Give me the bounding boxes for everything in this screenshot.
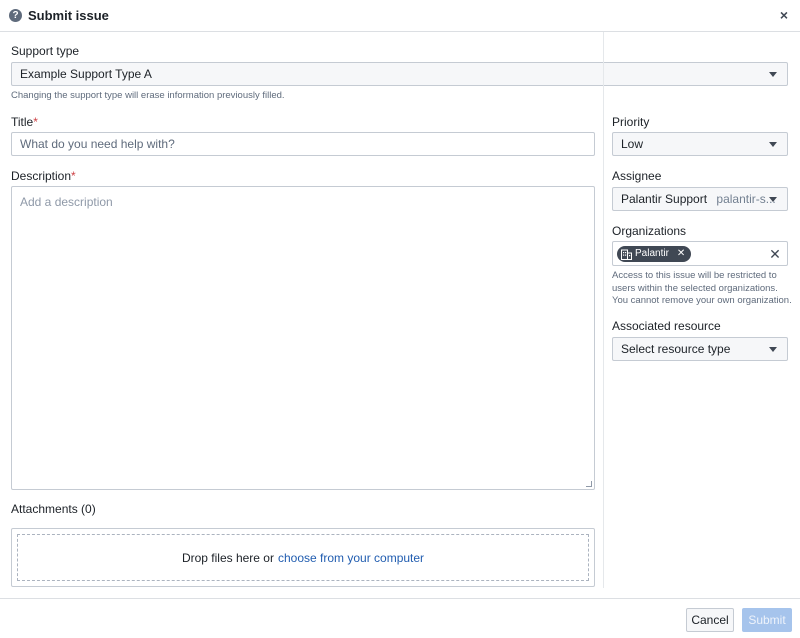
support-type-helper: Changing the support type will erase inf… xyxy=(11,90,285,101)
required-asterisk: * xyxy=(33,115,38,129)
title-label: Title* xyxy=(11,115,38,129)
assignee-name: Palantir Support xyxy=(621,192,708,206)
title-input[interactable]: What do you need help with? xyxy=(11,132,595,156)
cancel-button[interactable]: Cancel xyxy=(686,608,734,632)
priority-label: Priority xyxy=(612,115,650,129)
description-placeholder: Add a description xyxy=(20,195,113,209)
attachments-label: Attachments (0) xyxy=(11,502,96,516)
priority-select[interactable]: Low xyxy=(612,132,788,156)
title-label-text: Title xyxy=(11,115,34,129)
dialog-title: Submit issue xyxy=(28,8,109,23)
submit-issue-dialog: ? Submit issue × Support type Example Su… xyxy=(0,0,800,638)
help-circle-icon[interactable]: ? xyxy=(9,9,22,22)
support-type-select[interactable]: Example Support Type A xyxy=(11,62,788,86)
chevron-down-icon xyxy=(769,72,777,77)
dropzone-inner: Drop files here or choose from your comp… xyxy=(17,534,589,581)
title-placeholder: What do you need help with? xyxy=(20,137,175,151)
chevron-down-icon xyxy=(769,347,777,352)
chevron-down-icon xyxy=(769,142,777,147)
assignee-label: Assignee xyxy=(612,169,662,183)
priority-value: Low xyxy=(621,137,644,151)
organization-icon xyxy=(621,249,632,260)
submit-button[interactable]: Submit xyxy=(742,608,792,632)
resize-handle-icon[interactable] xyxy=(586,481,592,487)
support-type-label: Support type xyxy=(11,44,80,58)
choose-from-computer-link[interactable]: choose from your computer xyxy=(278,551,424,565)
required-asterisk: * xyxy=(71,169,76,183)
resource-type-value: Select resource type xyxy=(621,342,731,356)
organization-tag-label: Palantir xyxy=(635,248,669,259)
chevron-down-icon xyxy=(769,197,777,202)
description-label: Description* xyxy=(11,169,76,183)
close-icon[interactable]: × xyxy=(777,7,791,23)
organizations-label: Organizations xyxy=(612,224,687,238)
clear-icon[interactable]: ✕ xyxy=(768,246,782,262)
drop-files-text: Drop files here or xyxy=(181,550,274,565)
associated-resource-label: Associated resource xyxy=(612,319,721,333)
organizations-helper: Access to this issue will be restricted … xyxy=(612,270,792,306)
dialog-footer xyxy=(0,598,800,638)
tag-remove-icon[interactable]: ✕ xyxy=(677,246,685,262)
dialog-header: ? Submit issue × xyxy=(0,0,800,32)
description-label-text: Description xyxy=(11,169,72,183)
column-divider xyxy=(603,32,604,588)
organization-tag: Palantir ✕ xyxy=(617,246,692,262)
support-type-value: Example Support Type A xyxy=(20,67,152,81)
assignee-select[interactable]: Palantir Support palantir-s... xyxy=(612,187,788,211)
description-textarea[interactable]: Add a description xyxy=(11,186,595,490)
resource-type-select[interactable]: Select resource type xyxy=(612,337,788,361)
assignee-handle: palantir-s... xyxy=(716,192,776,206)
attachments-dropzone[interactable]: Drop files here or choose from your comp… xyxy=(11,528,595,587)
